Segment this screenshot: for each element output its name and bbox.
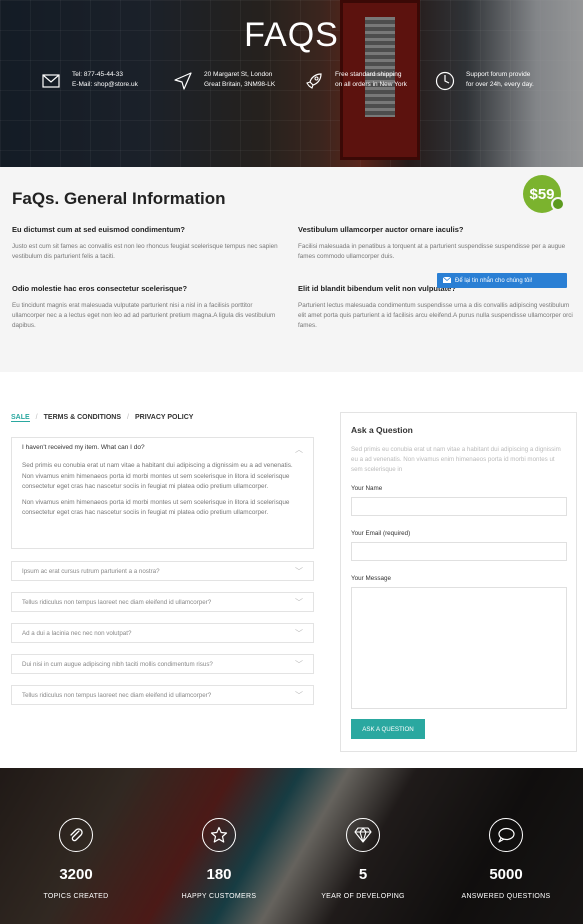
- form-description: Sed primis eu conubia erat ut nam vitae …: [351, 446, 561, 473]
- paperclip-icon: [59, 818, 93, 852]
- form-title: Ask a Question: [351, 425, 413, 435]
- chat-envelope-icon: [442, 276, 452, 285]
- faq-answer: Eu tincidunt magnis erat malesuada vulpu…: [12, 302, 276, 329]
- faq-answer: Justo est cum sit fames ac convallis est…: [12, 243, 278, 260]
- faq-question: Vestibulum ullamcorper auctor ornare iac…: [298, 225, 464, 234]
- star-icon: [202, 818, 236, 852]
- accordion-text: Non vivamus enim himenaeos porta id morb…: [22, 498, 290, 517]
- stat-value: 180: [206, 866, 232, 883]
- accordion-title: Tellus ridiculus non tempus laoreet nec …: [22, 598, 212, 606]
- chat-label: Để lại tin nhắn cho chúng tôi!: [455, 277, 533, 284]
- policy-tabs: SALE / TERMS & CONDITIONS / PRIVACY POLI…: [11, 414, 199, 422]
- tab-sale[interactable]: SALE: [11, 414, 30, 422]
- stat-value: 5000: [489, 866, 523, 883]
- info-line: Free standard shipping: [335, 71, 402, 78]
- faq-question: Eu dictumst cum at sed euismod condiment…: [12, 225, 185, 234]
- faq-item: Eu dictumst cum at sed euismod condiment…: [12, 225, 287, 262]
- message-field[interactable]: [351, 587, 567, 709]
- chevron-up-icon: ︿: [295, 445, 303, 454]
- accordion-item[interactable]: Tellus ridiculus non tempus laoreet nec …: [11, 592, 314, 612]
- info-line: Support forum provide: [466, 71, 531, 78]
- info-line: Great Britain, 3NM98-LK: [204, 81, 276, 88]
- ask-question-form: Ask a Question Sed primis eu conubia era…: [340, 412, 577, 752]
- section-title: FaQs. General Information: [12, 189, 226, 208]
- stat-item: 5 YEAR OF DEVELOPING: [303, 818, 423, 900]
- chevron-down-icon: ﹀: [295, 566, 303, 576]
- faq-question: Odio molestie hac eros consectetur scele…: [12, 284, 188, 293]
- accordion-title: Ad a dui a lacinia nec nec non volutpat?: [22, 629, 132, 637]
- message-label: Your Message: [351, 575, 392, 582]
- email-label: Your Email (required): [351, 530, 411, 537]
- stats-section: 3200 TOPICS CREATED 180 HAPPY CUSTOMERS …: [0, 768, 583, 924]
- faq-item: Elit id blandit bibendum velit non vulpu…: [298, 284, 573, 331]
- accordion-item[interactable]: Dui nisi in cum augue adipiscing nibh ta…: [11, 654, 314, 674]
- info-line: for over 24h, every day.: [466, 81, 534, 88]
- chevron-down-icon: ﹀: [295, 628, 303, 638]
- general-info-section: FaQs. General Information Eu dictumst cu…: [0, 167, 583, 372]
- page-title: FAQS: [244, 16, 339, 54]
- stat-label: TOPICS CREATED: [43, 893, 109, 900]
- name-label: Your Name: [351, 485, 383, 492]
- accordion-title: I haven't received my item. What can I d…: [22, 444, 145, 451]
- tab-terms[interactable]: TERMS & CONDITIONS: [44, 414, 121, 422]
- faq-answer: Facilisi malesuada in penatibus a torque…: [298, 243, 566, 260]
- stat-item: 5000 ANSWERED QUESTIONS: [446, 818, 566, 900]
- stat-item: 3200 TOPICS CREATED: [16, 818, 136, 900]
- tab-separator: /: [127, 414, 129, 421]
- info-line: E-Mail: shop@store.uk: [72, 81, 138, 88]
- chevron-down-icon: ﹀: [295, 597, 303, 607]
- info-support: Support forum provide for over 24h, every…: [434, 70, 534, 92]
- chat-button[interactable]: Để lại tin nhắn cho chúng tôi!: [437, 273, 567, 288]
- faq-answer: Parturient lectus malesuada condimentum …: [298, 302, 573, 329]
- price-badge[interactable]: $59: [523, 175, 565, 213]
- stat-value: 5: [358, 866, 368, 883]
- stat-item: 180 HAPPY CUSTOMERS: [159, 818, 279, 900]
- accordion-item-open[interactable]: I haven't received my item. What can I d…: [11, 437, 314, 549]
- info-contact: Tel: 877-45-44-33 E-Mail: shop@store.uk: [40, 70, 138, 92]
- cart-dot-icon: [551, 197, 565, 211]
- diamond-icon: [346, 818, 380, 852]
- info-line: 20 Margaret St, London: [204, 71, 273, 78]
- accordion-title: Dui nisi in cum augue adipiscing nibh ta…: [22, 660, 213, 668]
- info-line: Tel: 877-45-44-33: [72, 71, 123, 78]
- info-line: on all orders in New York: [335, 81, 407, 88]
- hero-banner: FAQS Tel: 877-45-44-33 E-Mail: shop@store…: [0, 0, 583, 167]
- tab-separator: /: [35, 414, 38, 421]
- faq-item: Vestibulum ullamcorper auctor ornare iac…: [298, 225, 573, 262]
- accordion-item[interactable]: Ipsum ac erat cursus rutrum parturient a…: [11, 561, 314, 581]
- accordion-item[interactable]: Tellus ridiculus non tempus laoreet nec …: [11, 685, 314, 705]
- ask-question-button[interactable]: ASK A QUESTION: [351, 719, 425, 739]
- info-address: 20 Margaret St, London Great Britain, 3NM…: [172, 70, 275, 92]
- stat-value: 3200: [59, 866, 93, 883]
- chevron-down-icon: ﹀: [295, 690, 303, 700]
- accordion-title: Ipsum ac erat cursus rutrum parturient a…: [22, 567, 160, 575]
- accordion-title: Tellus ridiculus non tempus laoreet nec …: [22, 691, 212, 699]
- chevron-down-icon: ﹀: [295, 659, 303, 669]
- rocket-icon: [303, 70, 325, 92]
- faq-item: Odio molestie hac eros consectetur scele…: [12, 284, 287, 331]
- stat-label: ANSWERED QUESTIONS: [461, 893, 551, 900]
- email-field[interactable]: [351, 542, 567, 561]
- speech-bubble-icon: [489, 818, 523, 852]
- location-arrow-icon: [172, 70, 194, 92]
- accordion-item[interactable]: Ad a dui a lacinia nec nec non volutpat?…: [11, 623, 314, 643]
- tab-privacy[interactable]: PRIVACY POLICY: [135, 414, 193, 422]
- clock-icon: [434, 70, 456, 92]
- accordion-text: Sed primis eu conubia erat ut nam vitae …: [22, 462, 293, 490]
- stat-label: YEAR OF DEVELOPING: [321, 893, 405, 900]
- stat-label: HAPPY CUSTOMERS: [181, 893, 257, 900]
- envelope-icon: [40, 70, 62, 92]
- info-shipping: Free standard shipping on all orders in N…: [303, 70, 407, 92]
- name-field[interactable]: [351, 497, 567, 516]
